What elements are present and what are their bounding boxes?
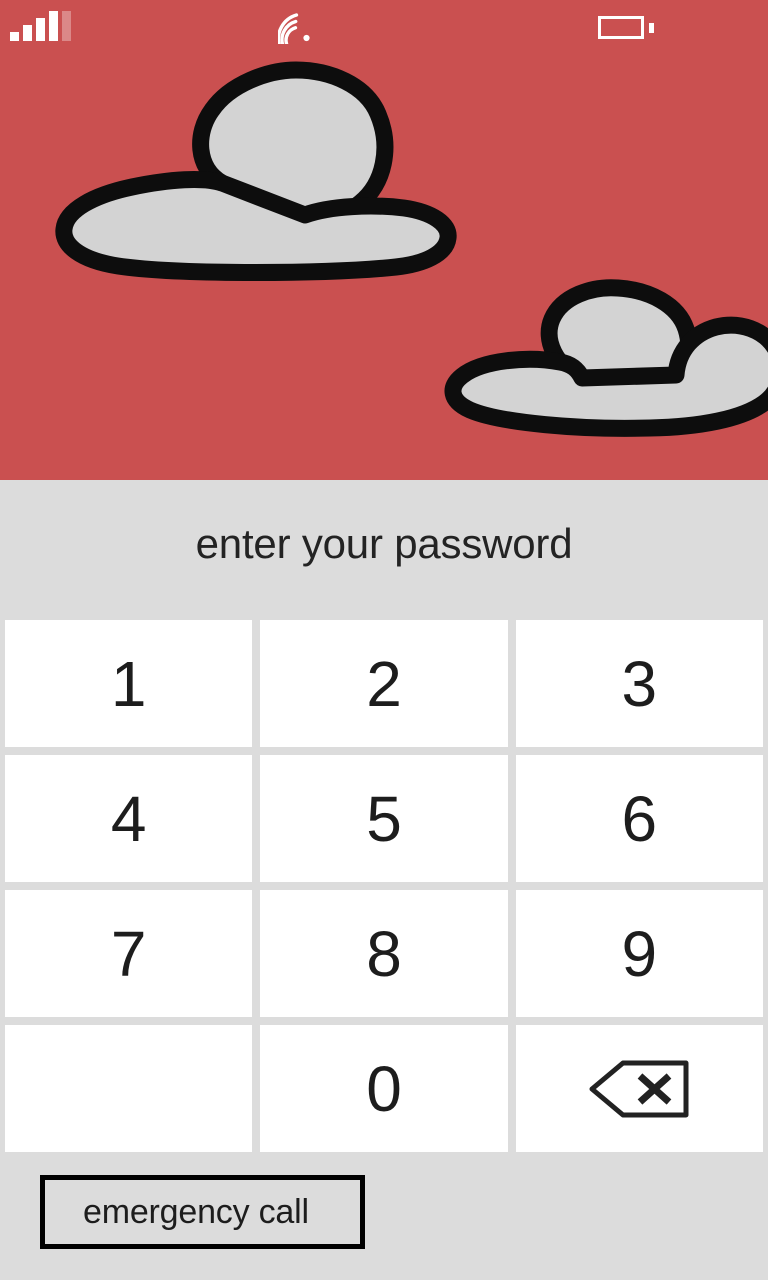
battery-icon <box>598 16 656 41</box>
signal-bar-5-empty <box>62 11 71 41</box>
key-1[interactable]: 1 <box>5 620 253 747</box>
wifi-dot <box>303 34 310 42</box>
key-0[interactable]: 0 <box>260 1025 508 1152</box>
signal-bars-icon <box>10 11 71 41</box>
signal-bar-4 <box>49 11 58 41</box>
key-blank <box>5 1025 253 1152</box>
key-backspace[interactable] <box>515 1025 763 1152</box>
signal-bar-2 <box>23 25 32 41</box>
key-label: 1 <box>110 647 147 720</box>
key-label: 3 <box>621 647 658 720</box>
key-label: 4 <box>110 782 147 855</box>
key-label: 6 <box>621 782 658 855</box>
emergency-call-label: emergency call <box>83 1192 309 1231</box>
numeric-keypad: 1 2 3 4 5 6 7 8 9 0 <box>5 620 763 1152</box>
key-6[interactable]: 6 <box>515 755 763 882</box>
status-bar <box>0 0 768 56</box>
key-5[interactable]: 5 <box>260 755 508 882</box>
battery-body <box>598 16 644 39</box>
key-label: 2 <box>366 647 402 720</box>
key-9[interactable]: 9 <box>515 890 763 1017</box>
emergency-call-button[interactable]: emergency call <box>40 1175 365 1249</box>
cloud-large <box>55 61 457 281</box>
signal-bar-3 <box>36 18 45 41</box>
key-label: 8 <box>366 917 402 990</box>
key-8[interactable]: 8 <box>260 890 508 1017</box>
cloud-small <box>444 279 768 437</box>
key-2[interactable]: 2 <box>260 620 508 747</box>
wifi-icon <box>278 13 310 44</box>
key-label: 5 <box>366 782 402 855</box>
cloud-wallpaper-illustration <box>55 61 768 437</box>
key-label: 7 <box>110 917 147 990</box>
signal-bar-1 <box>10 32 19 41</box>
key-label: 0 <box>366 1052 402 1125</box>
key-7[interactable]: 7 <box>5 890 253 1017</box>
key-label: 9 <box>621 917 658 990</box>
password-panel: enter your password 1 2 3 4 5 6 7 8 9 0 … <box>0 480 768 1280</box>
password-prompt: enter your password <box>195 520 573 567</box>
lock-screen: enter your password 1 2 3 4 5 6 7 8 9 0 … <box>0 0 768 1280</box>
key-3[interactable]: 3 <box>515 620 763 747</box>
battery-terminal <box>649 23 654 33</box>
key-4[interactable]: 4 <box>5 755 253 882</box>
backspace-icon <box>589 1060 689 1117</box>
wallpaper <box>0 0 768 480</box>
